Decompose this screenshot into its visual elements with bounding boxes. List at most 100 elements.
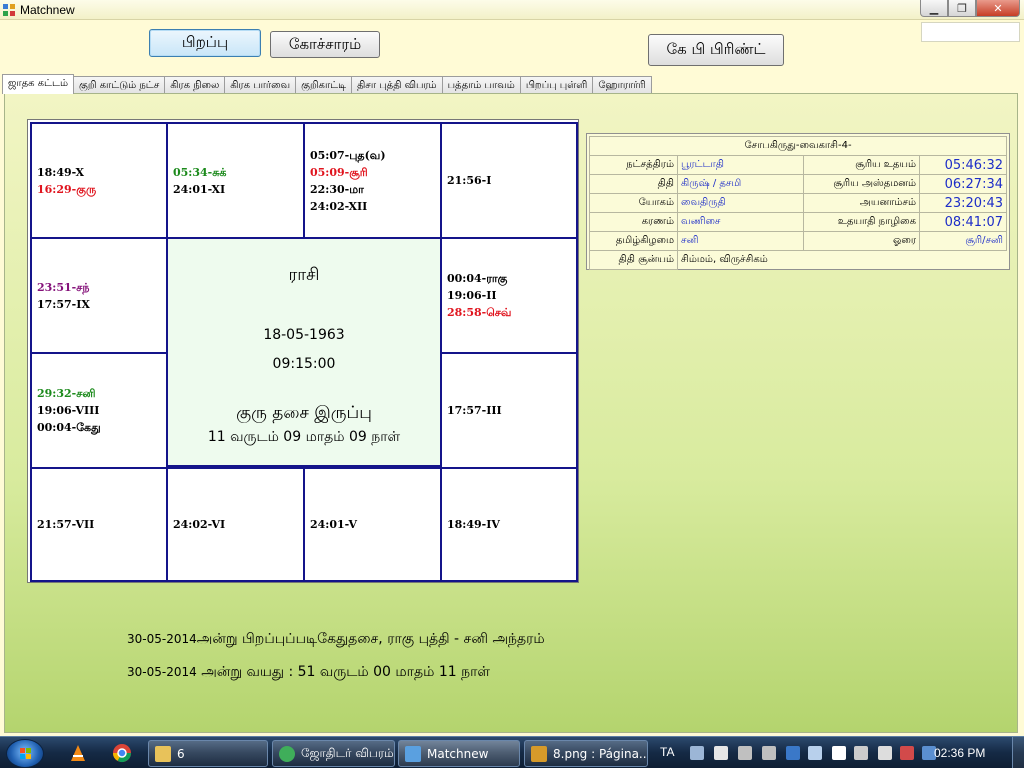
dasa-current-line: 30-05-2014அன்று பிறப்புப்படிகேதுதசை, ராக… xyxy=(127,631,545,649)
value-udhayadhi-nazhigai: 08:41:07 xyxy=(919,212,1007,232)
tab-kurikatti[interactable]: குறிகாட்டி xyxy=(295,76,353,94)
fireworks-icon xyxy=(531,745,547,762)
value-thithi: கிருஷ் / தசமி xyxy=(677,174,804,194)
value-sunrise: 05:46:32 xyxy=(919,155,1007,175)
chart-cell-9: 21:57-VII xyxy=(30,467,168,582)
vlc-icon[interactable] xyxy=(68,743,88,763)
chrome-icon[interactable] xyxy=(112,743,132,763)
chart-cell-8: 17:57-III xyxy=(440,352,578,469)
table-row: கரணம் வணிசை உதயாதி நாழிகை 08:41:07 xyxy=(589,212,1007,232)
antivirus-icon[interactable] xyxy=(832,746,846,760)
language-indicator[interactable]: TA xyxy=(660,745,674,759)
birth-date: 18-05-1963 xyxy=(263,327,345,343)
chart-cell-5: 23:51-சந் 17:57-IX xyxy=(30,237,168,354)
chart-cell-line: 24:02-VI xyxy=(173,518,226,531)
chart-cell-3: 05:07-புத(வ) 05:09-சூரி 22:30-மா 24:02-XII xyxy=(303,122,442,239)
tab-horary[interactable]: ஹோரார்ரி xyxy=(592,76,652,94)
tab-strip: ஜாதக கட்டம் குறி காட்டும் நட்ச கிரக நிலை… xyxy=(2,74,652,94)
birth-time: 09:15:00 xyxy=(272,356,336,372)
app-icon xyxy=(3,4,15,16)
chart-cell-1: 18:49-X 16:29-குரு xyxy=(30,122,168,239)
value-thithi-soonyam: சிம்மம், விருச்சிகம் xyxy=(681,254,768,266)
chart-cell-line: 24:01-XI xyxy=(173,182,226,196)
taskbar-item-label: 8.png : Página... xyxy=(553,746,648,761)
maximize-button[interactable]: ❐ xyxy=(948,0,976,17)
chart-cell-11: 24:01-V xyxy=(303,467,442,582)
taskbar-item-fireworks[interactable]: 8.png : Página... xyxy=(524,740,648,767)
tab-jathaga-kattam[interactable]: ஜாதக கட்டம் xyxy=(2,74,75,94)
label-thithi-soonyam: திதி சூன்யம் xyxy=(589,250,678,270)
chart-cell-2: 05:34-சுக் 24:01-XI xyxy=(166,122,305,239)
taskbar-item-explorer[interactable]: 6 xyxy=(148,740,268,767)
printer-icon[interactable] xyxy=(714,746,728,760)
sync-icon[interactable] xyxy=(854,746,868,760)
chart-cell-10: 24:02-VI xyxy=(166,467,305,582)
chart-cell-line: 28:58-செவ் xyxy=(447,306,512,319)
chart-cell-6: 00:04-ராகு 19:06-II 28:58-செவ் xyxy=(440,237,578,354)
label-sunset: சூரிய அஸ்தமனம் xyxy=(803,174,920,194)
help-icon[interactable] xyxy=(690,746,704,760)
table-row: யோகம் வைதிருதி அயனாம்சம் 23:20:43 xyxy=(589,193,1007,213)
tab-kuri-kattum-natchathiram[interactable]: குறி காட்டும் நட்ச xyxy=(73,76,166,94)
window-title: Matchnew xyxy=(20,3,75,17)
table-row: திதி கிருஷ் / தசமி சூரிய அஸ்தமனம் 06:27:… xyxy=(589,174,1007,194)
clock[interactable]: 02:36 PM xyxy=(934,746,985,760)
panchangam-table: சோபகிருது-வைகாசி-4- நட்சத்திரம் பூரட்டாத… xyxy=(586,133,1010,270)
chart-cell-12: 18:49-IV xyxy=(440,467,578,582)
tab-dasa-bhukti[interactable]: திசா புத்தி விபரம் xyxy=(351,76,443,94)
restore-icon: ❐ xyxy=(957,1,967,15)
chart-cell-line: 19:06-II xyxy=(447,289,497,302)
chart-cell-line: 05:34-சுக் xyxy=(173,165,227,179)
taskbar-item-label: ஜோதிடர் விபரம் xyxy=(301,745,394,760)
top-right-field[interactable] xyxy=(921,22,1020,42)
title-bar: Matchnew ▁ ❐ ✕ xyxy=(0,0,1024,20)
age-line: 30-05-2014 அன்று வயது : 51 வருடம் 00 மாத… xyxy=(127,664,490,682)
close-button[interactable]: ✕ xyxy=(976,0,1020,17)
panchangam-header: சோபகிருது-வைகாசி-4- xyxy=(589,136,1007,156)
minimize-button[interactable]: ▁ xyxy=(920,0,948,17)
age-date: 30-05-2014 xyxy=(127,665,197,679)
volume-icon[interactable] xyxy=(878,746,892,760)
label-nakshatra: நட்சத்திரம் xyxy=(589,155,678,175)
taskbar-item-matchnew[interactable]: Matchnew xyxy=(398,740,520,767)
dasa-balance-title: குரு தசை இருப்பு xyxy=(236,403,372,423)
label-thithi: திதி xyxy=(589,174,678,194)
taskbar-item-jothidar[interactable]: ஜோதிடர் விபரம் xyxy=(272,740,395,767)
chart-center: ராசி 18-05-1963 09:15:00 குரு தசை இருப்ப… xyxy=(166,237,442,467)
value-yogam: வைதிருதி xyxy=(677,193,804,213)
bluetooth-icon[interactable] xyxy=(786,746,800,760)
label-udhayadhi-nazhigai: உதயாதி நாழிகை xyxy=(803,212,920,232)
taskbar-item-label: 6 xyxy=(177,746,185,761)
tab-graha-nilai[interactable]: கிரக நிலை xyxy=(164,76,226,94)
label-sunrise: சூரிய உதயம் xyxy=(803,155,920,175)
chart-cell-line: 24:02-XII xyxy=(310,199,368,213)
power-icon[interactable] xyxy=(900,746,914,760)
chart-cell-line: 22:30-மா xyxy=(310,182,364,196)
minimize-icon: ▁ xyxy=(929,1,939,15)
show-desktop-button[interactable] xyxy=(1012,737,1024,768)
value-horai: சூரி/சனி xyxy=(919,231,1007,251)
transit-button[interactable]: கோச்சாரம் xyxy=(270,31,380,58)
dasa-current-text: அன்று பிறப்புப்படிகேதுதசை, ராகு புத்தி -… xyxy=(196,631,545,647)
tools-icon[interactable] xyxy=(738,746,752,760)
value-nakshatra: பூரட்டாதி xyxy=(677,155,804,175)
device-icon[interactable] xyxy=(762,746,776,760)
windows-logo-icon xyxy=(20,748,31,759)
tab-graha-parvai[interactable]: கிரக பார்வை xyxy=(224,76,297,94)
label-ayanamsam: அயனாம்சம் xyxy=(803,193,920,213)
birth-button[interactable]: பிறப்பு xyxy=(149,29,261,57)
network-icon[interactable] xyxy=(808,746,822,760)
chart-cell-line: 24:01-V xyxy=(310,518,357,531)
app-icon xyxy=(279,745,295,762)
chart-cell-line: 00:04-ராகு xyxy=(447,272,508,285)
close-icon: ✕ xyxy=(993,1,1003,15)
chart-cell-4: 21:56-I xyxy=(440,122,578,239)
kp-print-button[interactable]: கே பி பிரிண்ட் xyxy=(648,34,784,66)
dasa-current-date: 30-05-2014 xyxy=(127,632,197,646)
taskbar: 6 ஜோதிடர் விபரம் Matchnew 8.png : Página… xyxy=(0,736,1024,768)
tab-tenth-house[interactable]: பத்தாம் பாவம் xyxy=(441,76,521,94)
tab-birth-points[interactable]: பிறப்பு புள்ளி xyxy=(519,76,594,94)
start-button[interactable] xyxy=(6,739,44,768)
label-horai: ஓரை xyxy=(803,231,920,251)
chart-cell-7: 29:32-சனி 19:06-VIII 00:04-கேது xyxy=(30,352,168,469)
